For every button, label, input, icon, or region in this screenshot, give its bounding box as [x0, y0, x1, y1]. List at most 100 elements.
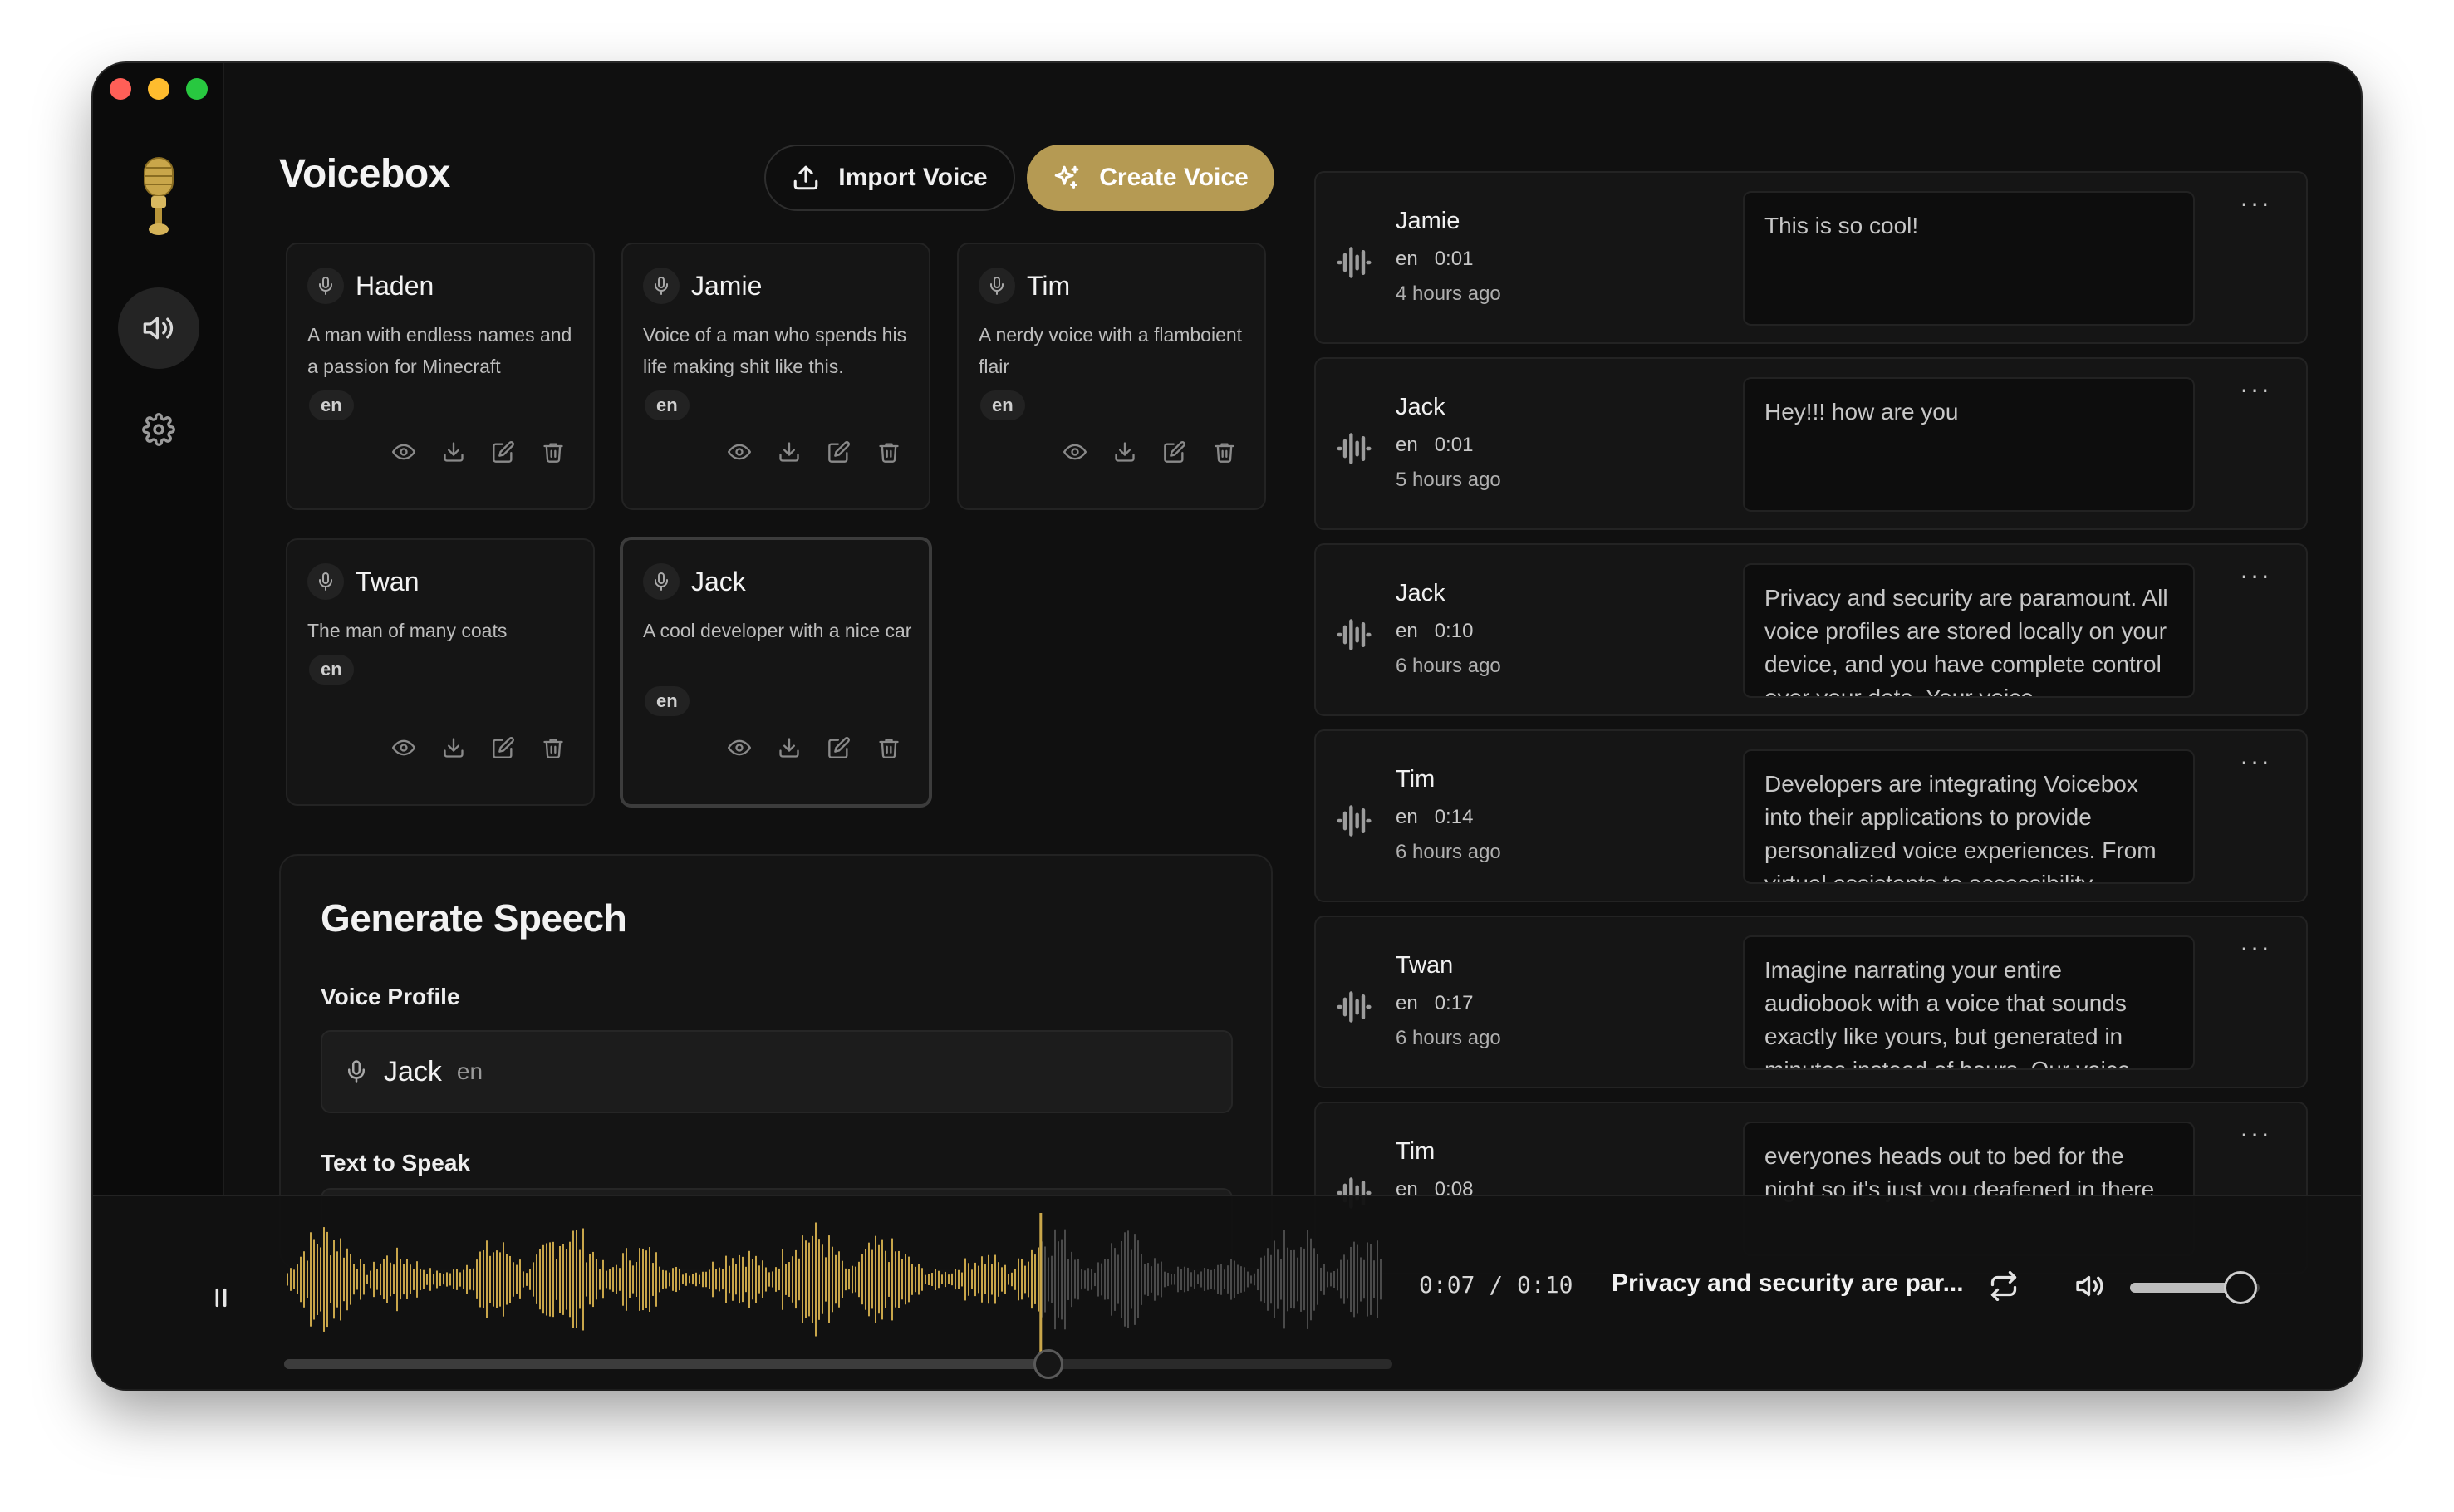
- microphone-icon: [643, 268, 680, 304]
- language-badge: en: [645, 390, 690, 420]
- eye-icon[interactable]: [728, 736, 751, 759]
- history-meta: en 0:14: [1396, 806, 1490, 829]
- trash-icon[interactable]: [1213, 440, 1236, 464]
- voice-profile-label: Voice Profile: [321, 984, 460, 1009]
- maximize-window-button[interactable]: [186, 78, 208, 100]
- history-voice-name: Jack: [1396, 580, 1445, 606]
- eye-icon[interactable]: [1063, 440, 1087, 464]
- history-text[interactable]: Imagine narrating your entire audiobook …: [1743, 935, 2195, 1070]
- more-options-icon[interactable]: ···: [2240, 189, 2271, 216]
- edit-icon[interactable]: [492, 736, 515, 759]
- history-timestamp: 5 hours ago: [1396, 469, 1501, 491]
- app-title: Voicebox: [279, 152, 450, 196]
- history-meta: en 0:10: [1396, 620, 1490, 643]
- download-icon[interactable]: [1113, 440, 1136, 464]
- trash-icon[interactable]: [542, 440, 565, 464]
- history-item[interactable]: Jack en 0:10 6 hours ago Privacy and secu…: [1314, 543, 2308, 716]
- download-icon[interactable]: [778, 440, 801, 464]
- edit-icon[interactable]: [827, 736, 851, 759]
- playback-time: 0:07 / 0:10: [1419, 1271, 1573, 1298]
- voice-name: Twan: [356, 566, 420, 596]
- more-options-icon[interactable]: ···: [2240, 934, 2271, 960]
- volume-thumb[interactable]: [2223, 1271, 2257, 1304]
- sparkles-icon: [1054, 165, 1079, 189]
- language-badge: en: [309, 655, 354, 685]
- history-item[interactable]: Jamie en 0:01 4 hours ago This is so cool…: [1314, 171, 2308, 344]
- voice-profile-select[interactable]: Jack en: [321, 1030, 1233, 1113]
- import-voice-button[interactable]: Import Voice: [764, 145, 1015, 211]
- repeat-button[interactable]: [1989, 1270, 2019, 1305]
- voice-description: A nerdy voice with a flamboient flair: [979, 324, 1243, 377]
- more-options-icon[interactable]: ···: [2240, 562, 2271, 588]
- history-voice-name: Jamie: [1396, 208, 1460, 234]
- download-icon[interactable]: [442, 736, 465, 759]
- voice-description: Voice of a man who spends his life makin…: [643, 324, 907, 377]
- history-item[interactable]: Tim en 0:14 6 hours ago Developers are in…: [1314, 729, 2308, 902]
- audio-player: 0:07 / 0:10 Privacy and security are par…: [93, 1195, 2361, 1389]
- more-options-icon[interactable]: ···: [2240, 1120, 2271, 1146]
- voice-card-twan[interactable]: Twan The man of many coats en: [286, 538, 595, 806]
- waveform-icon: [1336, 989, 1372, 1025]
- voice-description: A man with endless names and a passion f…: [307, 324, 572, 377]
- time-separator: /: [1489, 1271, 1504, 1298]
- voice-card-jack[interactable]: Jack A cool developer with a nice car en: [620, 537, 932, 808]
- history-text[interactable]: Developers are integrating Voicebox into…: [1743, 749, 2195, 884]
- edit-icon[interactable]: [827, 440, 851, 464]
- history-voice-name: Tim: [1396, 1138, 1436, 1165]
- history-meta: en 0:01: [1396, 248, 1490, 271]
- more-options-icon[interactable]: ···: [2240, 748, 2271, 774]
- eye-icon[interactable]: [392, 736, 415, 759]
- trash-icon[interactable]: [877, 440, 901, 464]
- eye-icon[interactable]: [392, 440, 415, 464]
- history-item[interactable]: Twan en 0:17 6 hours ago Imagine narratin…: [1314, 916, 2308, 1088]
- seek-thumb[interactable]: [1033, 1349, 1064, 1379]
- language-badge: en: [980, 390, 1025, 420]
- voice-card-haden[interactable]: Haden A man with endless names and a pas…: [286, 243, 595, 510]
- more-options-icon[interactable]: ···: [2240, 376, 2271, 402]
- edit-icon[interactable]: [1163, 440, 1186, 464]
- pause-button[interactable]: [209, 1286, 233, 1309]
- now-playing-title: Privacy and security are par...: [1612, 1269, 1964, 1297]
- nav-voices-button[interactable]: [118, 287, 199, 369]
- trash-icon[interactable]: [542, 736, 565, 759]
- minimize-window-button[interactable]: [148, 78, 169, 100]
- waveform-icon: [1336, 616, 1372, 653]
- download-icon[interactable]: [442, 440, 465, 464]
- volume-slider[interactable]: [2130, 1271, 2260, 1304]
- total-time: 0:10: [1517, 1271, 1573, 1298]
- voice-card-tim[interactable]: Tim A nerdy voice with a flamboient flai…: [957, 243, 1266, 510]
- microphone-icon: [979, 268, 1015, 304]
- volume-icon: [2076, 1275, 2103, 1297]
- create-voice-label: Create Voice: [1099, 164, 1249, 191]
- history-item[interactable]: Jack en 0:01 5 hours ago Hey!!! how are y…: [1314, 357, 2308, 530]
- app-window: Voicebox Import Voice Create Voice Haden…: [93, 63, 2361, 1389]
- history-timestamp: 6 hours ago: [1396, 1027, 1501, 1049]
- voice-name: Haden: [356, 270, 434, 301]
- history-duration: 0:01: [1434, 434, 1474, 456]
- nav-settings-button[interactable]: [118, 389, 199, 470]
- history-duration: 0:10: [1434, 620, 1474, 642]
- volume-button[interactable]: [2075, 1271, 2105, 1305]
- download-icon[interactable]: [778, 736, 801, 759]
- history-text[interactable]: This is so cool!: [1743, 191, 2195, 326]
- selected-voice-lang: en: [456, 1058, 483, 1084]
- audio-waveform[interactable]: [284, 1213, 1480, 1362]
- language-badge: en: [645, 686, 690, 716]
- history-lang: en: [1396, 992, 1418, 1014]
- close-window-button[interactable]: [110, 78, 131, 100]
- history-text[interactable]: Hey!!! how are you: [1743, 377, 2195, 512]
- voice-card-jamie[interactable]: Jamie Voice of a man who spends his life…: [621, 243, 930, 510]
- trash-icon[interactable]: [877, 736, 901, 759]
- eye-icon[interactable]: [728, 440, 751, 464]
- pause-icon: [215, 1288, 227, 1308]
- waveform-icon: [1336, 803, 1372, 839]
- seek-bar[interactable]: [284, 1349, 1392, 1379]
- history-text[interactable]: Privacy and security are paramount. All …: [1743, 563, 2195, 698]
- history-duration: 0:01: [1434, 248, 1474, 270]
- microphone-icon: [348, 1060, 365, 1083]
- history-voice-name: Tim: [1396, 766, 1436, 793]
- edit-icon[interactable]: [492, 440, 515, 464]
- voice-description: A cool developer with a nice car: [643, 620, 912, 641]
- create-voice-button[interactable]: Create Voice: [1027, 145, 1274, 211]
- sidebar: [93, 63, 224, 1196]
